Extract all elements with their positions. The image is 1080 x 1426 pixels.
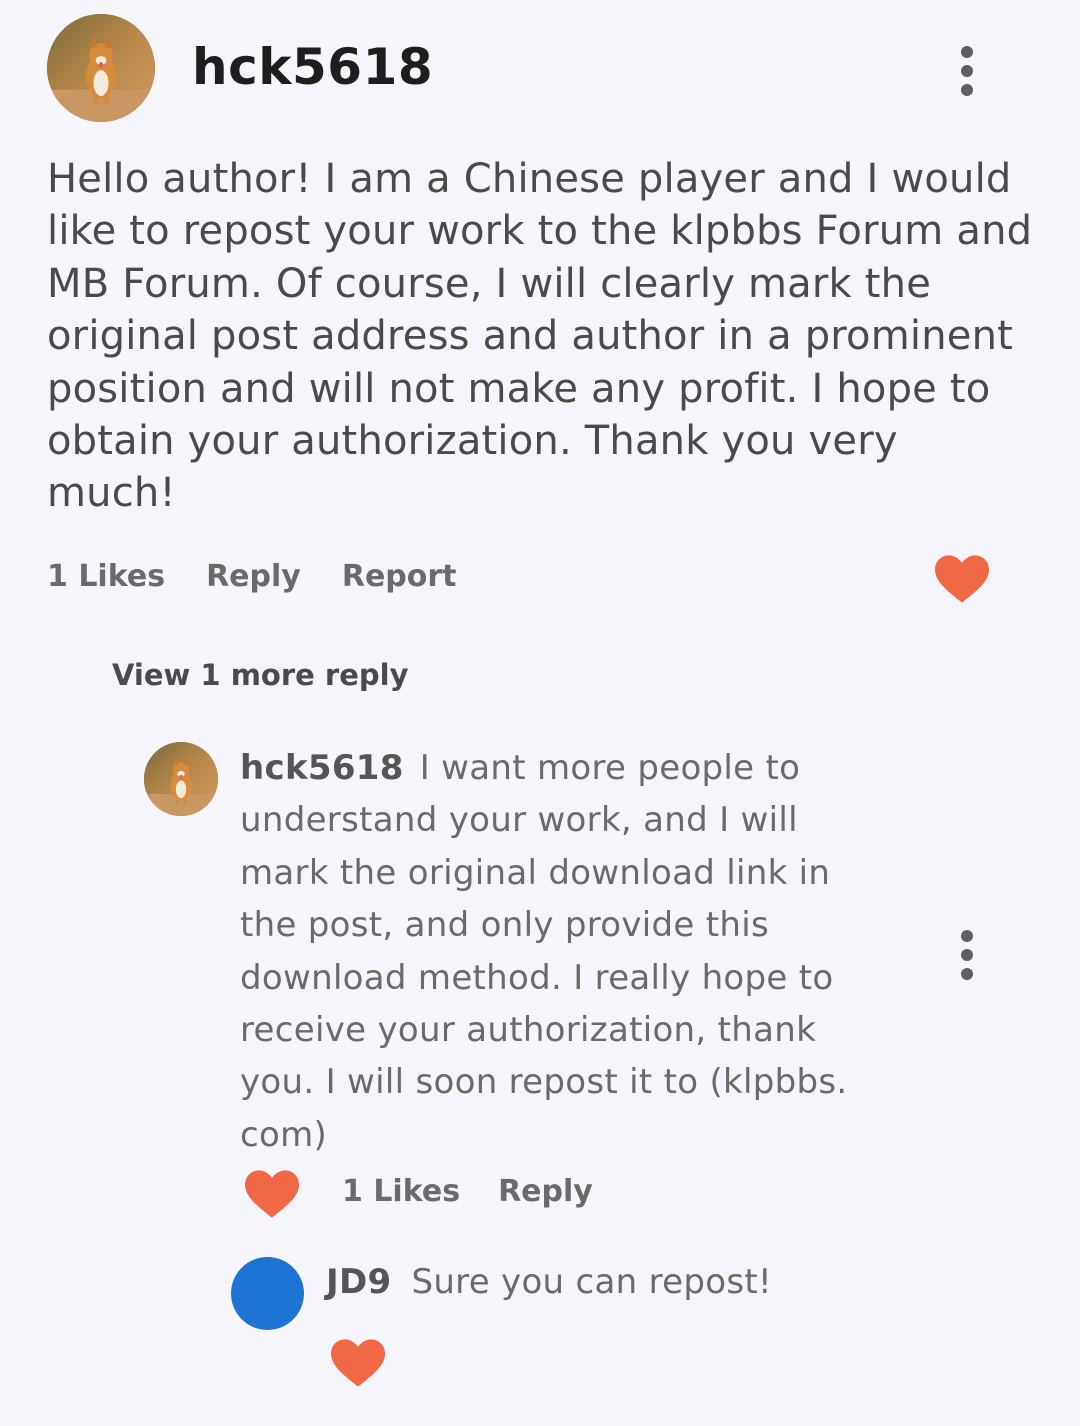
reply-more-options-icon[interactable] xyxy=(960,930,974,980)
nested-reply-avatar[interactable] xyxy=(231,1257,304,1330)
user-avatar[interactable] xyxy=(47,14,155,122)
reply-content: hck5618 I want more people to understand … xyxy=(240,742,860,1161)
comment-body: Hello author! I am a Chinese player and … xyxy=(47,156,1033,517)
reply-button[interactable]: Reply xyxy=(206,559,301,594)
reply-user-avatar[interactable] xyxy=(144,742,218,816)
reply-text: I want more people to understand your wo… xyxy=(240,748,848,1155)
reply-username[interactable]: hck5618 xyxy=(240,748,404,788)
nested-reply-text: Sure you can repost! xyxy=(411,1262,772,1302)
nested-reply-like-heart-icon[interactable] xyxy=(331,1339,385,1387)
nested-reply-username[interactable]: JD9 xyxy=(326,1262,391,1302)
comment-username[interactable]: hck5618 xyxy=(192,38,433,96)
nested-reply-content: JD9 Sure you can repost! xyxy=(326,1262,772,1302)
comment-thread: hck5618 Hello author! I am a Chinese pla… xyxy=(0,0,1080,1426)
corgi-avatar-icon xyxy=(144,742,218,816)
corgi-avatar-icon xyxy=(47,14,155,122)
report-button[interactable]: Report xyxy=(342,559,457,594)
more-options-icon[interactable] xyxy=(960,46,974,96)
reply-actions: 1 Likes Reply xyxy=(342,1174,593,1209)
likes-count: 1 Likes xyxy=(47,559,166,594)
reply-like-heart-icon[interactable] xyxy=(245,1170,299,1218)
reply-reply-button[interactable]: Reply xyxy=(498,1174,593,1209)
view-more-replies-link[interactable]: View 1 more reply xyxy=(112,658,409,692)
reply-likes-count: 1 Likes xyxy=(342,1174,461,1209)
like-heart-icon[interactable] xyxy=(935,555,989,603)
comment-actions: 1 Likes Reply Report xyxy=(47,559,457,594)
